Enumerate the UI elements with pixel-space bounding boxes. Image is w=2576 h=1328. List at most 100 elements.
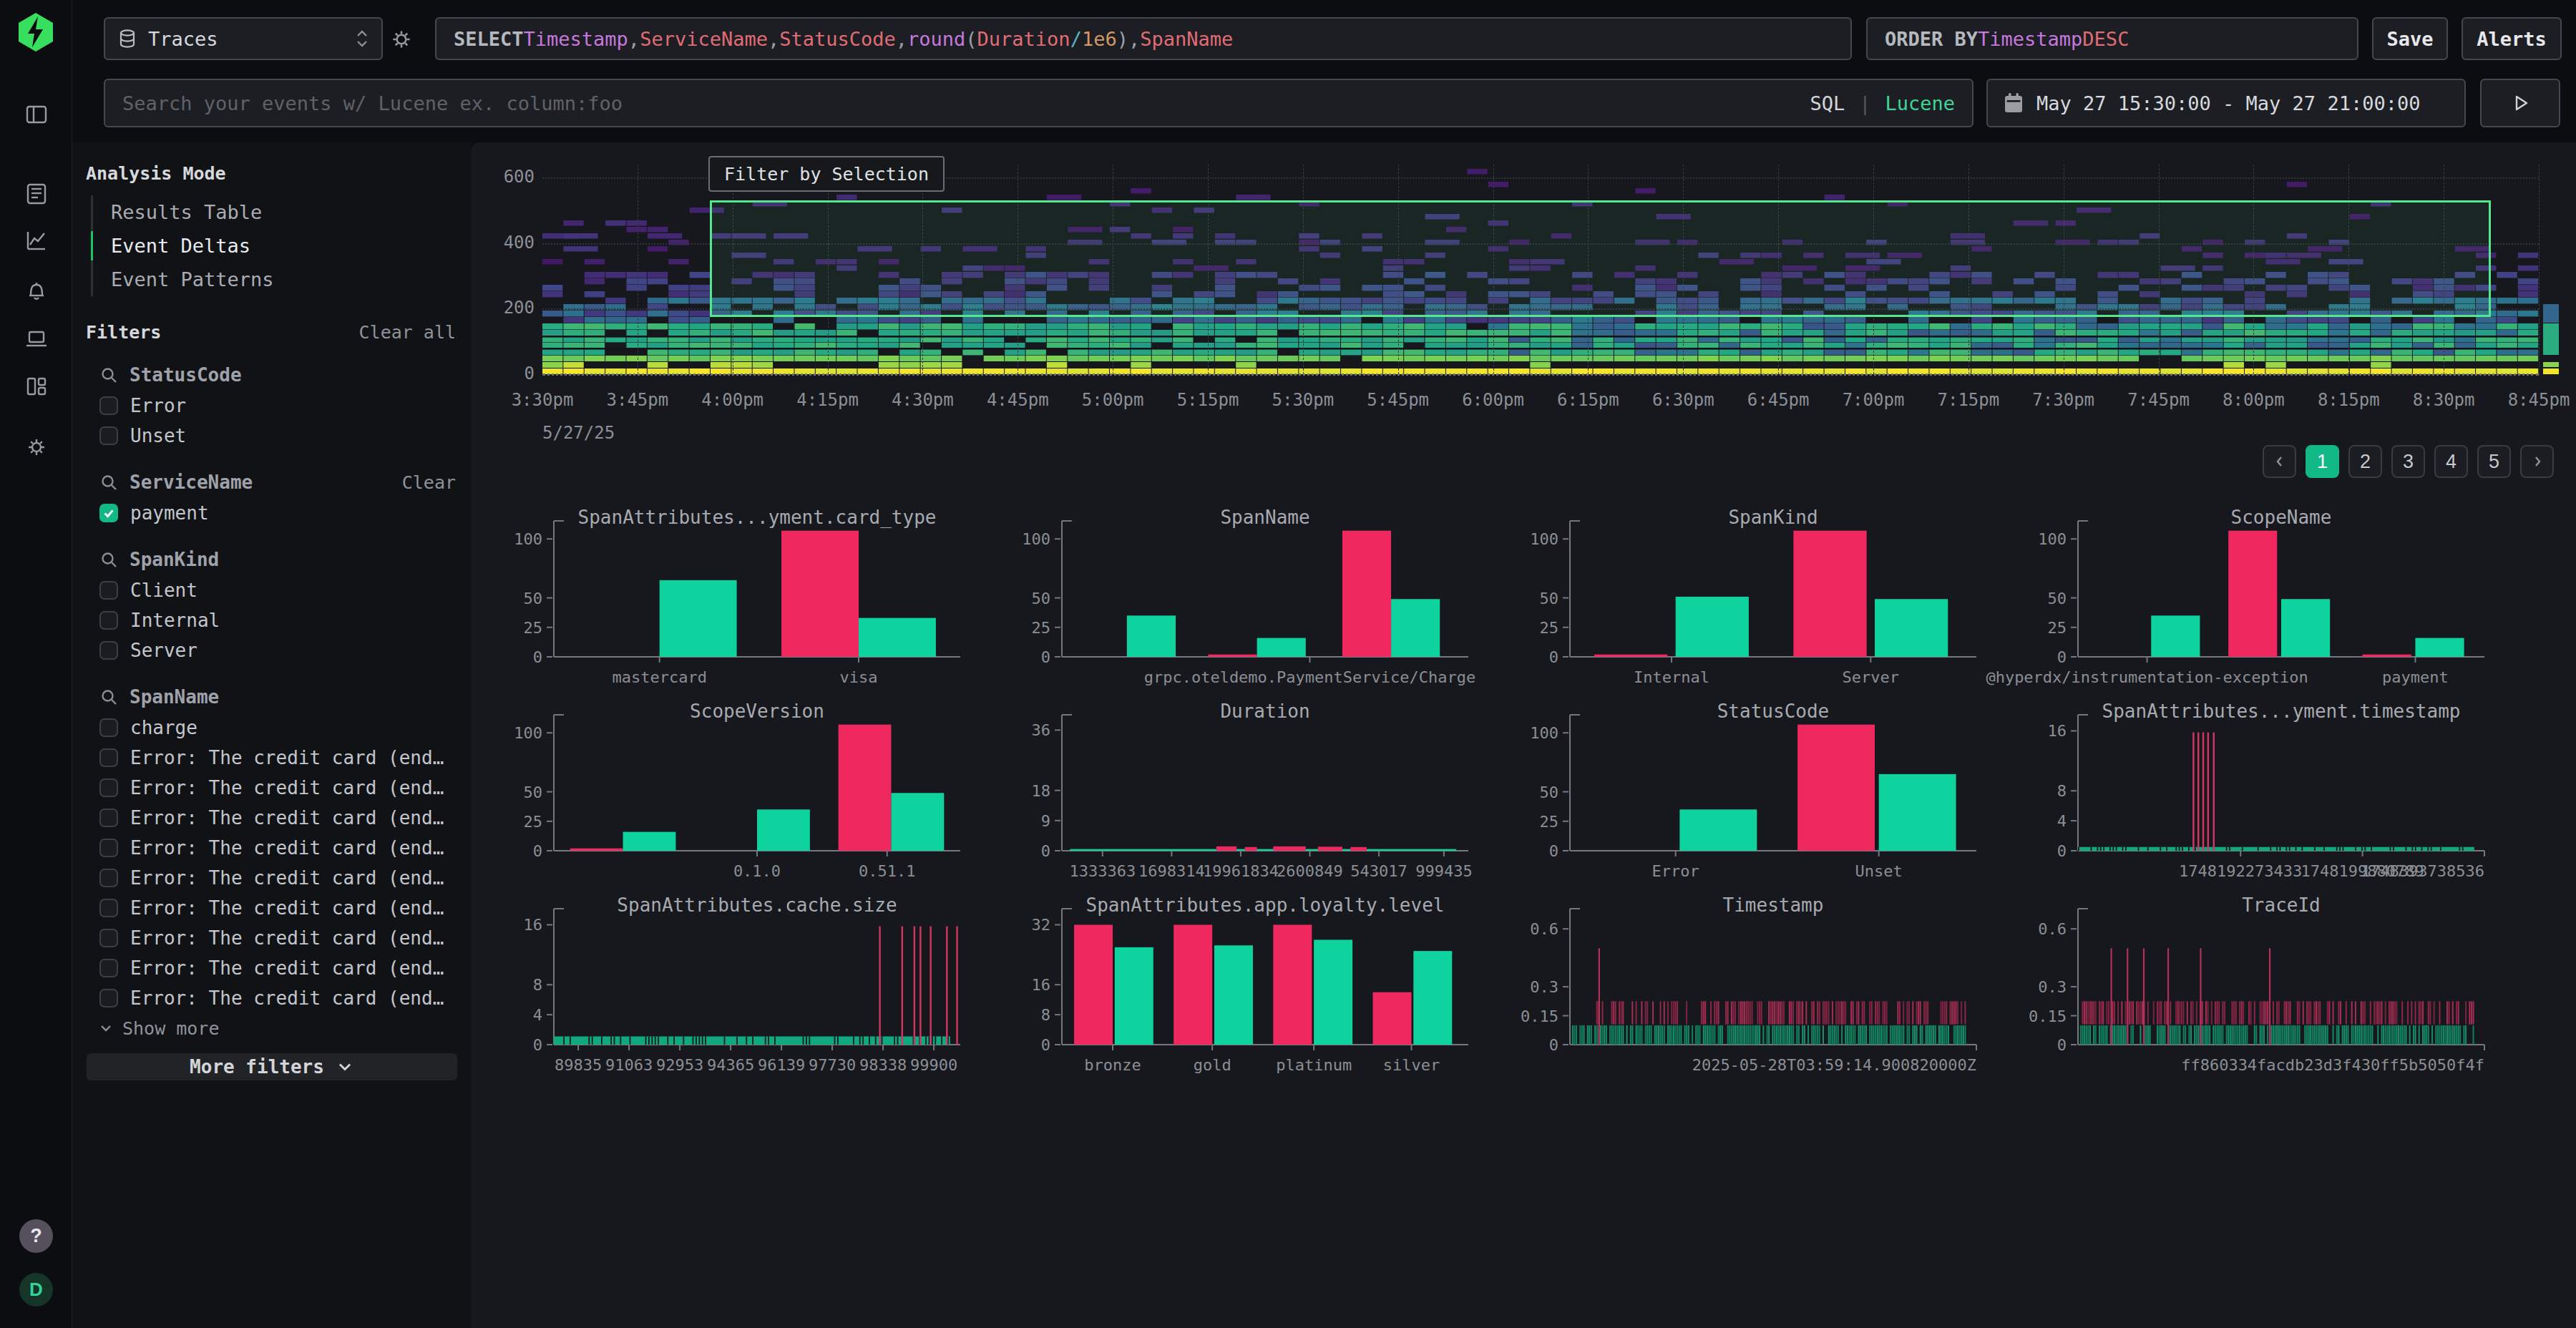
settings-gear-icon[interactable] xyxy=(24,434,49,460)
orderby-clause-editor[interactable]: ORDER BY Timestamp DESC xyxy=(1866,17,2358,60)
filter-option[interactable]: Error: The credit card (end… xyxy=(72,833,472,863)
dashboards-icon[interactable] xyxy=(24,374,49,399)
checkbox[interactable] xyxy=(99,748,118,767)
pagination-page-1[interactable]: 1 xyxy=(2306,445,2339,478)
filter-option-label: payment xyxy=(130,502,209,524)
pagination-page-3[interactable]: 3 xyxy=(2391,445,2425,478)
source-settings-gear-icon[interactable] xyxy=(388,26,415,53)
lang-toggle-sql[interactable]: SQL xyxy=(1810,92,1845,114)
date-range-picker[interactable]: May 27 15:30:00 - May 27 21:00:00 xyxy=(1986,79,2466,127)
filter-option[interactable]: Error: The credit card (end… xyxy=(72,983,472,1013)
hyperdx-logo-icon[interactable] xyxy=(16,11,56,53)
filter-option[interactable]: Error xyxy=(72,391,472,421)
show-more-toggle[interactable]: Show more xyxy=(72,1013,472,1043)
delta-chart-TraceId[interactable]: TraceId00.150.30.6ff860334facdb23d3f430f… xyxy=(2035,892,2543,1086)
delta-chart-SpanAttributes.app.loyalty.level[interactable]: SpanAttributes.app.loyalty.level081632br… xyxy=(1019,892,1527,1086)
checkbox[interactable] xyxy=(99,611,118,630)
x-tick-label: 1698314 xyxy=(1138,862,1205,880)
delta-chart-ScopeName[interactable]: ScopeName02550100@hyperdx/instrumentatio… xyxy=(2035,504,2543,698)
search-logs-icon[interactable] xyxy=(24,181,49,207)
lang-toggle-lucene[interactable]: Lucene xyxy=(1885,92,1955,114)
alerts-button[interactable]: Alerts xyxy=(2462,17,2562,60)
filter-option[interactable]: Error: The credit card (end… xyxy=(72,773,472,803)
chart-title: Duration xyxy=(1220,700,1309,722)
delta-chart-Timestamp[interactable]: Timestamp00.150.30.62025-05-28T03:59:14.… xyxy=(1527,892,2035,1086)
filter-option[interactable]: Error: The credit card (end… xyxy=(72,863,472,893)
clear-all-filters-link[interactable]: Clear all xyxy=(359,322,456,343)
more-filters-button[interactable]: More filters xyxy=(87,1053,457,1080)
checkbox[interactable] xyxy=(99,929,118,947)
sql-token: DESC xyxy=(2082,28,2129,50)
filter-option[interactable]: Internal xyxy=(72,605,472,635)
pagination-page-2[interactable]: 2 xyxy=(2348,445,2382,478)
bar-teal xyxy=(1879,774,1956,851)
delta-chart-SpanAttributes...yment.timestamp[interactable]: SpanAttributes...yment.timestamp04816174… xyxy=(2035,698,2543,892)
bar-teal xyxy=(1214,945,1253,1045)
delta-chart-ScopeVersion[interactable]: ScopeVersion025501000.1.00.51.1 xyxy=(511,698,1019,892)
pagination-prev-button[interactable] xyxy=(2263,445,2296,478)
user-avatar[interactable]: D xyxy=(19,1273,53,1307)
checkbox[interactable] xyxy=(99,959,118,977)
analysis-mode-event-deltas[interactable]: Event Deltas xyxy=(93,229,472,263)
filter-by-selection-tooltip[interactable]: Filter by Selection xyxy=(708,156,945,192)
checkbox-checked[interactable] xyxy=(99,504,118,522)
chart-title: SpanAttributes.app.loyalty.level xyxy=(1086,894,1445,916)
delta-chart-Duration[interactable]: Duration09183613333631698314199618342600… xyxy=(1019,698,1527,892)
heatmap-selection-box[interactable] xyxy=(710,200,2491,317)
delta-chart-SpanAttributes...yment.card_type[interactable]: SpanAttributes...yment.card_type02550100… xyxy=(511,504,1019,698)
checkbox[interactable] xyxy=(99,899,118,917)
chart-title: SpanName xyxy=(1220,507,1309,528)
filter-option[interactable]: charge xyxy=(72,713,472,743)
save-button[interactable]: Save xyxy=(2372,17,2448,60)
y-tick-label: 100 xyxy=(1022,530,1050,548)
checkbox[interactable] xyxy=(99,869,118,887)
filter-option-label: Error: The credit card (end… xyxy=(130,837,444,859)
filter-option[interactable]: Client xyxy=(72,575,472,605)
clear-filter-link[interactable]: Clear xyxy=(402,472,456,493)
heatmap-x-tick-label: 8:30pm xyxy=(2394,390,2494,410)
filter-option[interactable]: Error: The credit card (end… xyxy=(72,803,472,833)
checkbox[interactable] xyxy=(99,839,118,857)
delta-chart-StatusCode[interactable]: StatusCode02550100ErrorUnset xyxy=(1527,698,2035,892)
heatmap-x-tick-label: 6:00pm xyxy=(1443,390,1543,410)
sql-token: 1e6 xyxy=(1082,28,1117,50)
pagination-page-5[interactable]: 5 xyxy=(2477,445,2511,478)
x-tick-label: silver xyxy=(1383,1056,1440,1074)
analysis-mode-event-patterns[interactable]: Event Patterns xyxy=(93,263,472,296)
checkbox[interactable] xyxy=(99,426,118,445)
x-tick-label: visa xyxy=(840,668,878,686)
checkbox[interactable] xyxy=(99,396,118,415)
delta-chart-SpanName[interactable]: SpanName02550100grpc.oteldemo.PaymentSer… xyxy=(1019,504,1527,698)
sessions-laptop-icon[interactable] xyxy=(24,326,49,351)
checkbox[interactable] xyxy=(99,581,118,600)
filter-option[interactable]: payment xyxy=(72,498,472,528)
source-select[interactable]: Traces xyxy=(104,17,383,60)
filter-option[interactable]: Error: The credit card (end… xyxy=(72,953,472,983)
alerts-bell-icon[interactable] xyxy=(24,277,49,303)
pagination-page-4[interactable]: 4 xyxy=(2434,445,2468,478)
analysis-mode-results-table[interactable]: Results Table xyxy=(93,195,472,229)
filter-option[interactable]: Error: The credit card (end… xyxy=(72,923,472,953)
y-tick-label: 50 xyxy=(1540,783,1559,801)
select-clause-editor[interactable]: SELECT Timestamp,ServiceName,StatusCode,… xyxy=(435,17,1852,60)
filter-option[interactable]: Server xyxy=(72,635,472,665)
chart-explorer-icon[interactable] xyxy=(24,228,49,253)
filter-option[interactable]: Unset xyxy=(72,421,472,451)
filter-option[interactable]: Error: The credit card (end… xyxy=(72,893,472,923)
y-tick-label: 0 xyxy=(1041,648,1050,666)
checkbox[interactable] xyxy=(99,641,118,660)
checkbox[interactable] xyxy=(99,809,118,827)
panel-toggle-icon[interactable] xyxy=(24,102,49,127)
search-input[interactable] xyxy=(122,92,1802,114)
checkbox[interactable] xyxy=(99,778,118,797)
delta-chart-SpanKind[interactable]: SpanKind02550100InternalServer xyxy=(1527,504,2035,698)
help-button[interactable]: ? xyxy=(19,1219,53,1253)
chart-title: SpanAttributes.cache.size xyxy=(617,894,897,916)
delta-chart-SpanAttributes.cache.size[interactable]: SpanAttributes.cache.size048168983591063… xyxy=(511,892,1019,1086)
y-tick-label: 0 xyxy=(1549,648,1558,666)
checkbox[interactable] xyxy=(99,989,118,1007)
checkbox[interactable] xyxy=(99,718,118,737)
run-query-button[interactable] xyxy=(2480,79,2560,127)
filter-option[interactable]: Error: The credit card (end… xyxy=(72,743,472,773)
pagination-next-button[interactable] xyxy=(2520,445,2554,478)
